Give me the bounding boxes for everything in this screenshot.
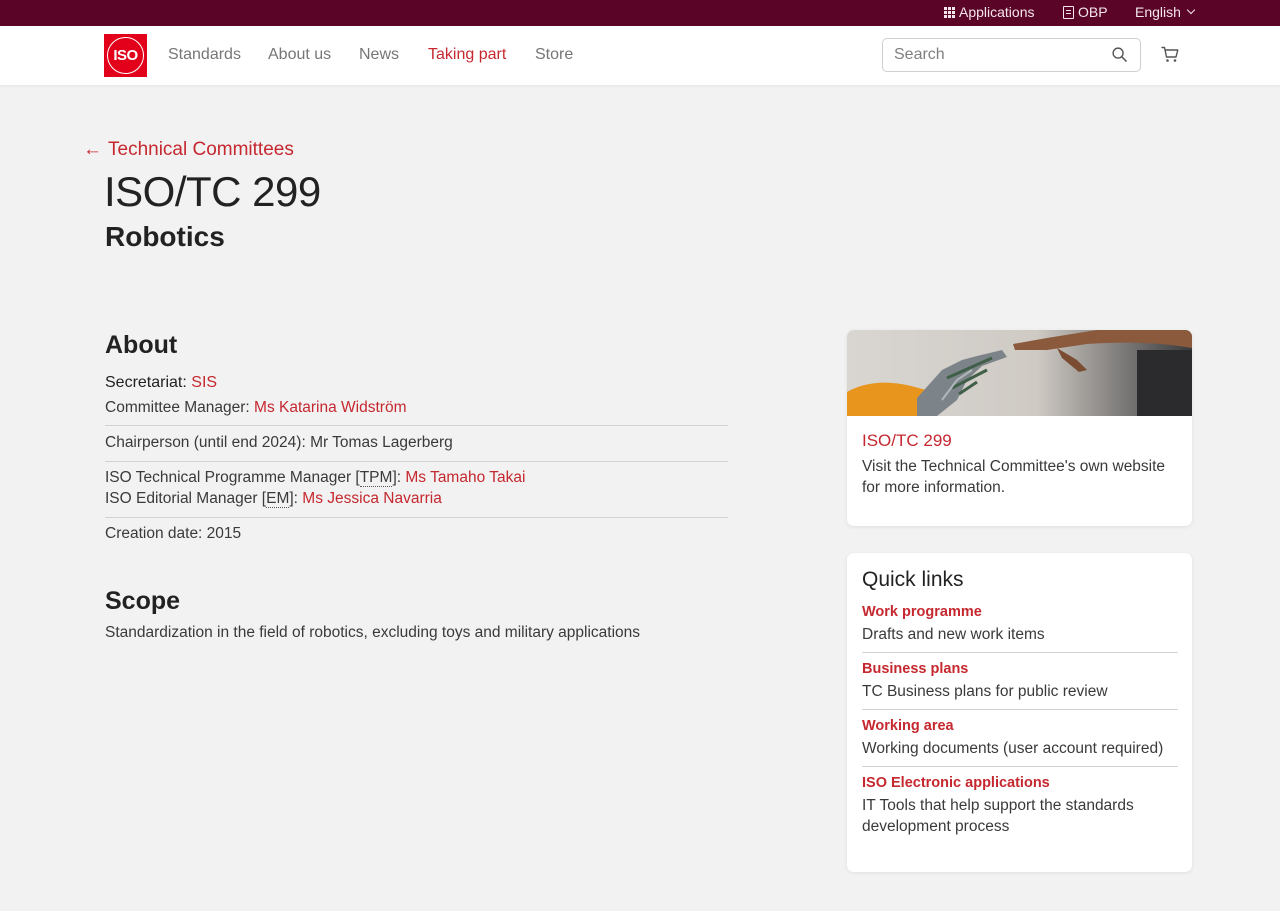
apps-grid-icon bbox=[944, 6, 955, 18]
tpm-link[interactable]: Ms Tamaho Takai bbox=[405, 469, 525, 486]
search-box bbox=[882, 38, 1141, 72]
divider bbox=[862, 709, 1178, 710]
em-prefix: ISO Editorial Manager [ bbox=[105, 490, 267, 507]
em-suffix: ]: bbox=[289, 490, 298, 507]
creation-date-text: Creation date: 2015 bbox=[105, 525, 242, 542]
quick-link-label: Work programme bbox=[862, 604, 982, 620]
nav-standards[interactable]: Standards bbox=[168, 46, 241, 64]
quick-link-description: IT Tools that help support the standards… bbox=[862, 797, 1134, 835]
page-title: ISO/TC 299 bbox=[104, 168, 321, 215]
divider bbox=[105, 425, 728, 426]
obp-link[interactable]: OBP bbox=[1063, 4, 1108, 20]
tpm-suffix: ]: bbox=[392, 469, 402, 486]
book-icon bbox=[1063, 5, 1074, 19]
em-abbreviation: EM bbox=[266, 490, 290, 508]
committee-manager-label: Committee Manager: bbox=[105, 399, 250, 416]
committee-manager-link[interactable]: Ms Katarina Widström bbox=[254, 399, 406, 416]
chevron-down-icon bbox=[1186, 5, 1196, 15]
divider bbox=[105, 517, 728, 518]
scope-heading: Scope bbox=[105, 587, 181, 615]
quick-link-electronic-applications[interactable]: ISO Electronic applications IT Tools tha… bbox=[862, 775, 1178, 837]
secretariat-link[interactable]: SIS bbox=[191, 374, 217, 391]
logo-text: ISO bbox=[107, 37, 144, 74]
tpm-abbreviation: TPM bbox=[359, 469, 393, 487]
tc-website-card[interactable]: ISO/TC 299 Visit the Technical Committee… bbox=[847, 330, 1192, 526]
scope-text: Standardization in the field of robotics… bbox=[105, 624, 641, 641]
quick-link-description: Working documents (user account required… bbox=[862, 740, 1164, 757]
arrow-left-icon: ← bbox=[83, 139, 102, 160]
back-link-label: Technical Committees bbox=[108, 139, 294, 160]
robot-hand-image bbox=[847, 330, 1192, 416]
main-header: ISO Standards About us News Taking part … bbox=[0, 26, 1280, 85]
cart-icon[interactable] bbox=[1161, 46, 1179, 63]
divider bbox=[862, 652, 1178, 653]
tpm-prefix: ISO Technical Programme Manager [ bbox=[105, 469, 360, 486]
tc-card-text: Visit the Technical Committee's own webs… bbox=[862, 458, 1166, 496]
page-subtitle: Robotics bbox=[105, 221, 225, 252]
nav-about-us[interactable]: About us bbox=[268, 46, 331, 64]
applications-label: Applications bbox=[959, 4, 1035, 20]
back-to-technical-committees[interactable]: ← Technical Committees bbox=[83, 139, 294, 161]
about-heading: About bbox=[105, 331, 178, 359]
quick-link-working-area[interactable]: Working area Working documents (user acc… bbox=[862, 718, 1178, 759]
tpm-row: ISO Technical Programme Manager [TPM]: M… bbox=[105, 469, 525, 487]
quick-link-business-plans[interactable]: Business plans TC Business plans for pub… bbox=[862, 661, 1178, 702]
language-label: English bbox=[1135, 4, 1181, 20]
secretariat-row: Secretariat: SIS bbox=[105, 374, 217, 392]
chairperson-text: Chairperson (until end 2024): Mr Tomas L… bbox=[105, 434, 453, 451]
quick-links-heading: Quick links bbox=[862, 568, 964, 591]
language-selector[interactable]: English bbox=[1135, 4, 1196, 20]
divider bbox=[862, 766, 1178, 767]
nav-store[interactable]: Store bbox=[535, 46, 573, 64]
search-input[interactable] bbox=[894, 45, 1094, 65]
quick-link-label: Working area bbox=[862, 718, 954, 734]
committee-manager-row: Committee Manager: Ms Katarina Widström bbox=[105, 399, 407, 417]
search-icon[interactable] bbox=[1112, 47, 1127, 62]
nav-news[interactable]: News bbox=[359, 46, 399, 64]
tc-card-title[interactable]: ISO/TC 299 bbox=[862, 431, 952, 451]
applications-link[interactable]: Applications bbox=[944, 4, 1035, 20]
nav-taking-part[interactable]: Taking part bbox=[428, 46, 506, 64]
quick-link-work-programme[interactable]: Work programme Drafts and new work items bbox=[862, 604, 1178, 645]
quick-link-label: ISO Electronic applications bbox=[862, 775, 1050, 791]
quick-link-description: Drafts and new work items bbox=[862, 626, 1045, 643]
utility-bar: Applications OBP English bbox=[0, 0, 1280, 26]
quick-link-description: TC Business plans for public review bbox=[862, 683, 1108, 700]
quick-link-label: Business plans bbox=[862, 661, 969, 677]
iso-logo[interactable]: ISO bbox=[104, 34, 147, 77]
obp-label: OBP bbox=[1078, 4, 1108, 20]
about-details: Secretariat: SIS Committee Manager: Ms K… bbox=[105, 373, 728, 553]
em-row: ISO Editorial Manager [EM]: Ms Jessica N… bbox=[105, 490, 442, 508]
em-link[interactable]: Ms Jessica Navarria bbox=[302, 490, 442, 507]
divider bbox=[105, 461, 728, 462]
secretariat-label: Secretariat: bbox=[105, 374, 187, 391]
quick-links-card: Quick links Work programme Drafts and ne… bbox=[847, 553, 1192, 872]
